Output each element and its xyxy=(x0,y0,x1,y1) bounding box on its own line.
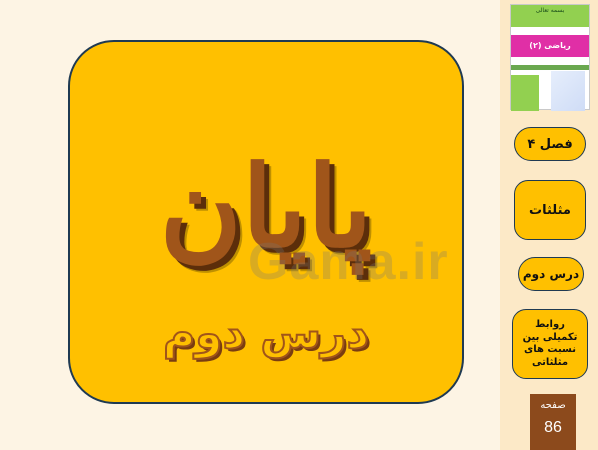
slide-subtitle: درس دوم xyxy=(162,308,370,359)
thumbnail-green-block xyxy=(511,75,539,111)
page-label: صفحه xyxy=(540,400,566,411)
lesson-group-button[interactable]: مثلثات xyxy=(514,180,586,240)
topic-button[interactable]: روابط تکمیلی بین نسبت های مثلثاتی xyxy=(512,309,588,379)
thumbnail-header: بسمه تعالی xyxy=(511,5,589,27)
thumbnail-subject-label: ریاضی (۲) xyxy=(529,41,571,50)
thumbnail-subject-band: ریاضی (۲) xyxy=(511,35,589,57)
thumbnail-divider xyxy=(511,65,589,70)
chapter-button[interactable]: فصل ۴ xyxy=(514,127,586,161)
end-card: پایان درس دوم xyxy=(68,40,464,404)
book-cover-thumbnail[interactable]: بسمه تعالی ریاضی (۲) xyxy=(510,4,590,111)
slide-canvas: پایان درس دوم Gama.ir xyxy=(0,0,500,450)
thumbnail-header-text: بسمه تعالی xyxy=(535,7,565,14)
page-indicator: صفحه 86 xyxy=(530,394,576,450)
page-number: 86 xyxy=(544,419,562,436)
thumbnail-page-icon xyxy=(551,71,585,111)
watermark: Gama.ir xyxy=(248,233,449,291)
lesson-button[interactable]: درس دوم xyxy=(518,257,584,291)
